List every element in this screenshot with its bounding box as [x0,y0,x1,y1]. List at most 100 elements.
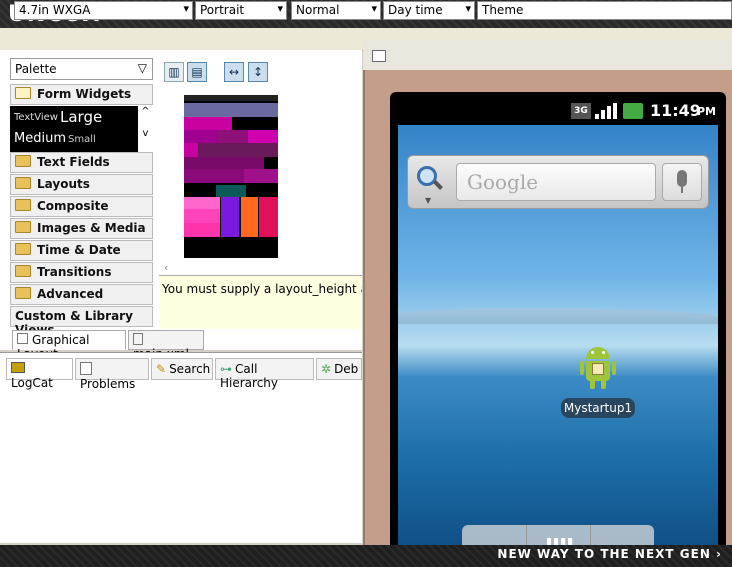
tab-label: Search [169,362,211,376]
toggle-width-button[interactable]: ↔ [224,62,244,82]
palette-category-label: Transitions [37,265,112,279]
preview-block [244,169,278,183]
palette-title: Palette [15,62,57,76]
ui-mode-select[interactable]: Normal ▾ [291,1,381,20]
orientation-select[interactable]: Portrait ▾ [195,1,287,20]
vertical-arrows-icon: ↕ [252,65,264,79]
preview-block [259,197,278,237]
tab-call-hierarchy[interactable]: ⊶ Call Hierarchy [215,358,314,390]
preview-block [184,169,244,183]
palette-category-time-date[interactable]: Time & Date [10,240,153,261]
palette-category-images-media[interactable]: Images & Media [10,218,153,239]
mountains [398,308,718,324]
folder-icon [15,287,31,299]
toggle-height-button[interactable]: ↕ [248,62,268,82]
palette-category-form-widgets[interactable]: Form Widgets [10,84,153,105]
preview-block [221,197,239,237]
palette-category-transitions[interactable]: Transitions [10,262,153,283]
call-hierarchy-icon: ⊶ [220,362,232,376]
status-clock: 11:49 [650,101,701,120]
error-message: You must supply a layout_height attrib [159,275,362,329]
palette-category-composite[interactable]: Composite [10,196,153,217]
search-icon[interactable] [415,164,443,192]
search-flashlight-icon: ✎ [156,362,167,376]
tab-search[interactable]: ✎ Search [151,358,213,380]
voice-search-button[interactable] [662,163,702,201]
theme-select[interactable]: Theme [477,1,732,20]
preview-block [184,209,220,223]
battery-charging-icon [623,103,643,119]
tab-logcat[interactable]: LogCat [6,358,73,390]
android-robot-icon[interactable] [578,345,618,391]
bug-icon: ✲ [321,362,332,376]
console-panel [0,352,362,543]
folder-icon [15,177,31,189]
widget-small[interactable]: Small [68,134,96,145]
horizontal-arrows-icon: ↔ [228,65,240,79]
layout-icon [17,333,28,344]
tagline: NEW WAY TO THE NEXT GEN › [497,547,722,561]
folder-icon [15,155,31,167]
preview-block [184,197,220,209]
chevron-down-icon: ▾ [465,2,471,15]
layout-vertical-button[interactable]: ▤ [187,62,207,82]
form-widgets-preview[interactable]: TextView Large Medium Small ^ v [10,106,153,152]
google-search-input[interactable]: Google [456,163,656,201]
preview-status-bar [184,95,278,101]
device-select[interactable]: 4.7in WXGA ▾ [14,1,193,20]
preview-block [198,143,278,157]
theme-select-value: Theme [482,3,524,17]
device-select-value: 4.7in WXGA [19,3,91,17]
preview-block [184,223,220,237]
problems-icon [80,362,92,375]
night-mode-select[interactable]: Day time ▾ [383,1,475,20]
folder-open-icon [15,87,31,99]
chevron-down-icon: ▾ [277,2,283,15]
preview-block [184,117,232,130]
tab-problems[interactable]: Problems [75,358,149,391]
status-ampm: PM [697,105,717,118]
palette-category-layouts[interactable]: Layouts [10,174,153,195]
palette-category-label: Advanced [37,287,104,301]
folder-icon [15,221,31,233]
palette-category-label: Time & Date [37,243,121,257]
scroll-left-icon[interactable]: ‹ [164,261,168,274]
palette-category-label: Images & Media [37,221,146,235]
palette-category-label: Composite [37,199,109,213]
ui-mode-select-value: Normal [296,3,340,17]
palette-header[interactable]: Palette ▽ [10,58,153,80]
layout-preview[interactable] [184,95,278,258]
columns-icon: ▥ [168,65,180,79]
folder-icon [15,199,31,211]
tab-debug[interactable]: ✲ Deb [316,358,362,380]
chevron-down-icon: ▾ [183,2,189,15]
folder-icon [15,243,31,255]
emulator-window-icon [372,50,386,62]
night-mode-select-value: Day time [388,3,443,17]
palette-category-label: Form Widgets [37,87,132,101]
palette-category-advanced[interactable]: Advanced [10,284,153,305]
preview-block [241,197,258,237]
android-status-bar: 3G 11:49 PM [398,98,718,125]
search-source-chevron-icon[interactable]: ▼ [425,196,431,205]
preview-block [184,143,198,157]
orientation-select-value: Portrait [200,3,245,17]
xml-file-icon [133,333,143,345]
microphone-icon [677,170,687,187]
preview-block [184,103,278,117]
preview-block [218,130,248,143]
rows-icon: ▤ [191,65,203,79]
layout-horizontal-button[interactable]: ▥ [164,62,184,82]
palette-scrollbar[interactable]: ^ v [138,106,153,152]
widget-medium[interactable]: Medium [14,131,66,146]
palette-category-text-fields[interactable]: Text Fields [10,152,153,173]
tab-main-xml[interactable]: main.xml [128,330,204,361]
palette-category-custom-library[interactable]: Custom & Library Views [10,306,153,337]
folder-icon [15,265,31,277]
widget-textview[interactable]: TextView [14,112,58,123]
tab-graphical-layout[interactable]: Graphical Layout [12,330,126,361]
app-label[interactable]: Mystartup1 [561,398,635,418]
network-type-icon: 3G [571,103,591,119]
widget-large[interactable]: Large [60,108,102,126]
palette-category-label: Layouts [37,177,90,191]
